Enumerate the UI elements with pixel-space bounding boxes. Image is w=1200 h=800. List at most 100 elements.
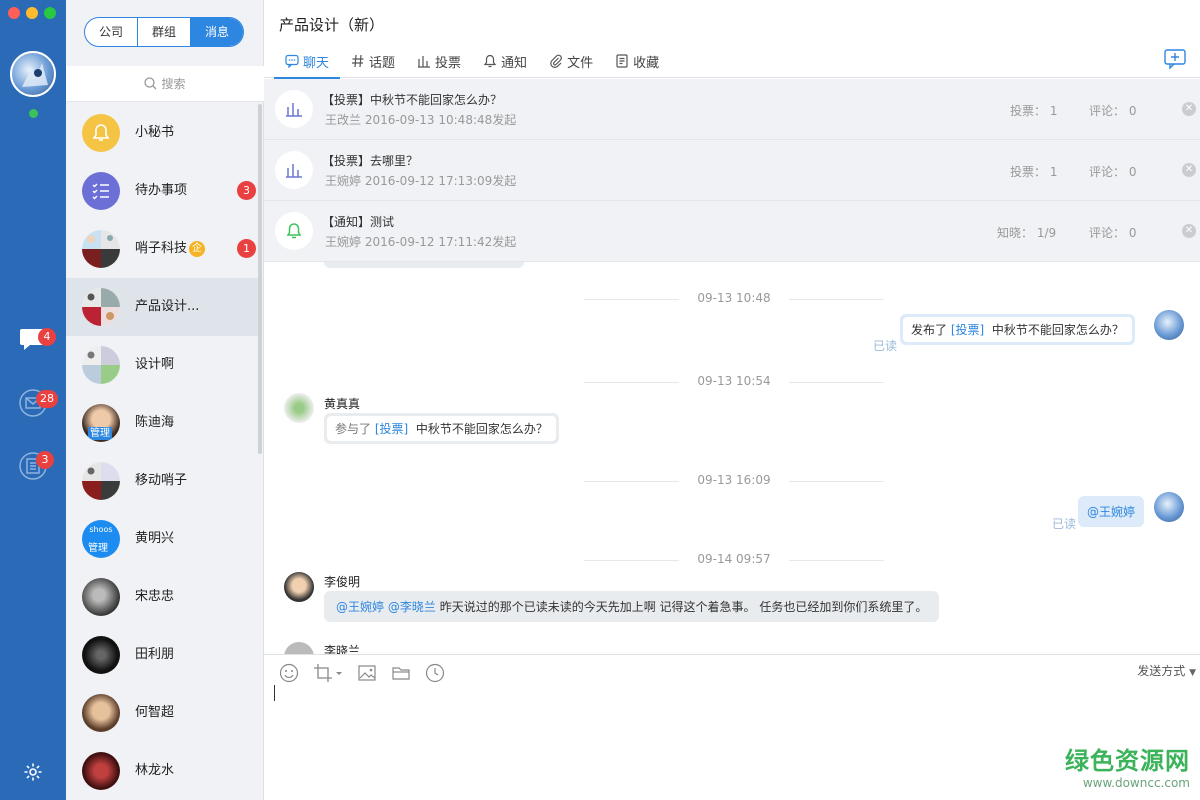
pinned-subtitle: 王婉婷 2016-09-12 17:11:42发起 [325, 235, 517, 249]
mention-link[interactable]: @李晓兰 [388, 600, 436, 614]
conversation-item[interactable]: 田利朋 [66, 626, 258, 684]
time-separator: 09-13 10:54 [584, 374, 884, 388]
todo-avatar [82, 172, 120, 210]
new-topic-button[interactable] [1164, 48, 1188, 74]
my-avatar[interactable] [1154, 310, 1184, 340]
tab-label: 投票 [435, 55, 462, 71]
notes-badge: 3 [36, 451, 54, 469]
segment-messages[interactable]: 消息 [191, 18, 243, 46]
conversation-name: 宋忠忠 [135, 589, 175, 604]
brand-avatar: shoos 管理 [82, 520, 120, 558]
sender-avatar[interactable] [284, 572, 314, 602]
contact-avatar [82, 636, 120, 674]
close-icon[interactable]: ✕ [1182, 102, 1196, 116]
tab-votes[interactable]: 投票 [406, 44, 472, 78]
tab-files[interactable]: 文件 [538, 44, 604, 78]
time-separator: 09-13 16:09 [584, 473, 884, 487]
bar-chart-icon [286, 103, 302, 117]
pinned-vote-row[interactable]: 【投票】中秋节不能回家怎么办？ 王改兰 2016-09-13 10:48:48发… [264, 79, 1200, 140]
tab-topics[interactable]: 话题 [340, 44, 406, 78]
message-text: 中秋节不能回家怎么办？ [991, 323, 1124, 337]
hash-icon [352, 54, 364, 68]
conversation-item[interactable]: 小秘书 [66, 104, 258, 162]
paperclip-icon [550, 54, 562, 68]
conversation-item[interactable]: 设计啊 [66, 336, 258, 394]
search-placeholder: 搜索 [161, 77, 186, 91]
watermark: 绿色资源网 www.downcc.com [1065, 741, 1190, 790]
pinned-stat: 知晓： 1/9 [997, 226, 1057, 240]
close-icon[interactable]: ✕ [1182, 163, 1196, 177]
close-window-button[interactable] [8, 7, 20, 19]
segment-groups[interactable]: 群组 [138, 18, 191, 46]
message-bubble[interactable]: 参与了 [投票] 中秋节不能回家怎么办？ [324, 413, 559, 444]
contact-avatar: 管理 [82, 404, 120, 442]
tab-label: 文件 [567, 55, 594, 71]
conversation-item[interactable]: 管理 陈迪海 [66, 394, 258, 452]
message-bubble[interactable]: @王婉婷 [1078, 496, 1145, 527]
group-avatar [82, 230, 120, 268]
conversation-item[interactable]: 宋忠忠 [66, 568, 258, 626]
my-avatar[interactable] [1154, 492, 1184, 522]
bell-icon [92, 124, 110, 141]
unread-badge: 3 [237, 181, 256, 200]
contact-avatar [82, 694, 120, 732]
conversation-item-active[interactable]: 产品设计... [66, 278, 258, 336]
search-box[interactable]: 搜索 [66, 66, 264, 102]
conversation-name: 田利朋 [135, 647, 175, 662]
conversation-sidebar: 公司 群组 消息 搜索 小秘书 待办事项 3 哨子科技企 1 产品设计... 设… [66, 0, 264, 800]
partial-bubble [324, 262, 524, 268]
settings-button[interactable] [16, 755, 50, 789]
admin-tag: 管理 [88, 427, 112, 440]
pinned-items: 【投票】中秋节不能回家怎么办？ 王改兰 2016-09-13 10:48:48发… [264, 79, 1200, 262]
message-prefix: 参与了 [335, 422, 372, 436]
chat-nav-button[interactable]: 4 [16, 322, 56, 356]
vote-link[interactable]: [投票] [375, 422, 408, 436]
sender-avatar[interactable] [284, 393, 314, 423]
maximize-window-button[interactable] [44, 7, 56, 19]
pinned-comments: 评论： 0 [1089, 104, 1137, 118]
close-icon[interactable]: ✕ [1182, 224, 1196, 238]
admin-tag: 管理 [88, 543, 108, 554]
conversation-name-text: 哨子科技 [135, 241, 188, 256]
sender-name: 李晓兰 [324, 644, 361, 654]
bar-chart-icon [286, 164, 302, 178]
pinned-title: 【通知】测试 [322, 215, 395, 229]
segment-company[interactable]: 公司 [85, 18, 138, 46]
sidebar-scrollbar[interactable] [258, 104, 262, 454]
message-input[interactable] [264, 679, 1200, 769]
conversation-item[interactable]: 待办事项 3 [66, 162, 258, 220]
read-status: 已读 [1052, 517, 1077, 531]
bell-icon [286, 223, 302, 239]
unread-badge: 1 [237, 239, 256, 258]
pinned-vote-row[interactable]: 【投票】去哪里？ 王婉婷 2016-09-12 17:13:09发起 投票： 1… [264, 140, 1200, 201]
conversation-item[interactable]: 林龙水 [66, 742, 258, 800]
send-mode-dropdown[interactable]: 发送方式 ▼ [1137, 662, 1196, 679]
mention-link[interactable]: @王婉婷 [1087, 505, 1135, 519]
message-list: 09-13 10:48 已读 发布了 [投票] 中秋节不能回家怎么办？ 09-1… [264, 262, 1200, 654]
bell-avatar [82, 114, 120, 152]
bell-icon [483, 54, 497, 68]
mention-link[interactable]: @王婉婷 [336, 600, 384, 614]
bookmark-note-icon [616, 54, 628, 68]
message-bubble[interactable]: @王婉婷 @李晓兰 昨天说过的那个已读未读的今天先加上啊 记得这个着急事。 任务… [324, 591, 940, 622]
notes-nav-button[interactable]: 3 [16, 449, 54, 483]
pinned-notice-row[interactable]: 【通知】测试 王婉婷 2016-09-12 17:11:42发起 知晓： 1/9… [264, 201, 1200, 262]
tab-notices[interactable]: 通知 [472, 44, 538, 78]
vote-link[interactable]: [投票] [951, 323, 984, 337]
minimize-window-button[interactable] [26, 7, 38, 19]
conversation-item[interactable]: 移动哨子 [66, 452, 258, 510]
chat-panel: 产品设计（新） 聊天 话题 投票 通知 文件 收藏 【投票】中秋节不能回家怎么办… [264, 0, 1200, 800]
tab-chat[interactable]: 聊天 [274, 44, 341, 79]
conversation-item[interactable]: 何智超 [66, 684, 258, 742]
mail-nav-button[interactable]: 28 [16, 386, 58, 420]
enterprise-tag-icon: 企 [189, 240, 206, 257]
conversation-item[interactable]: 哨子科技企 1 [66, 220, 258, 278]
tab-label: 聊天 [303, 55, 330, 71]
watermark-title: 绿色资源网 [1065, 747, 1190, 775]
user-avatar[interactable] [10, 51, 56, 97]
message-bubble[interactable]: 发布了 [投票] 中秋节不能回家怎么办？ [900, 314, 1135, 345]
conversation-name: 设计啊 [135, 357, 175, 372]
tab-favorites[interactable]: 收藏 [604, 44, 670, 78]
conversation-item[interactable]: shoos 管理 黄明兴 [66, 510, 258, 568]
sender-avatar[interactable] [284, 642, 314, 654]
